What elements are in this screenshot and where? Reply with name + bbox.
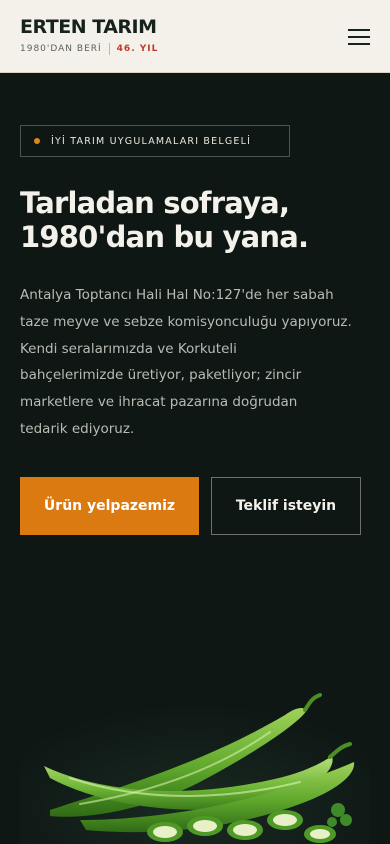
hero-description-line: Antalya Toptancı Hali Hal No:127'de her … bbox=[20, 287, 334, 303]
hero-title: Tarladan sofraya, 1980'dan bu yana. bbox=[20, 186, 370, 254]
menu-line bbox=[348, 29, 370, 31]
hero-description-line: taze meyve ve sebze komisyonculuğu yapıy… bbox=[20, 313, 352, 330]
hamburger-menu-icon[interactable] bbox=[340, 24, 378, 50]
products-button[interactable]: Ürün yelpazemiz bbox=[20, 477, 199, 535]
brand-years: 46. YIL bbox=[116, 44, 159, 54]
green-peppers-illustration bbox=[20, 670, 370, 844]
hero-description-line: marketlere ve ihracat pazarına doğrudan bbox=[20, 394, 298, 411]
menu-line bbox=[348, 36, 370, 38]
hero-description: Antalya Toptancı Hali Hal No:127'de her … bbox=[20, 282, 380, 443]
brand-logo[interactable]: ERTEN TARIM bbox=[20, 16, 157, 38]
hero-description-line: Kendi seralarımızda ve Korkuteli bbox=[20, 340, 237, 357]
hero-title-line: Tarladan sofraya, bbox=[20, 186, 290, 220]
site-header: ERTEN TARIM 1980'DAN BERİ 46. YIL bbox=[0, 0, 390, 73]
request-quote-button[interactable]: Teklif isteyin bbox=[211, 477, 361, 535]
certification-badge: İYİ TARIM UYGULAMALARI BELGELİ bbox=[20, 125, 290, 157]
hero-title-line: 1980'dan bu yana. bbox=[20, 220, 309, 254]
menu-line bbox=[348, 43, 370, 45]
brand-divider bbox=[108, 43, 110, 55]
badge-dot-icon bbox=[34, 138, 40, 144]
brand-tagline: 1980'DAN BERİ 46. YIL bbox=[20, 43, 158, 55]
hero-description-line: bahçelerimizde üretiyor, paketliyor; zin… bbox=[20, 367, 302, 384]
brand-since: 1980'DAN BERİ bbox=[20, 44, 102, 54]
badge-text: İYİ TARIM UYGULAMALARI BELGELİ bbox=[51, 135, 252, 147]
green-peppers-image bbox=[20, 670, 370, 844]
hero-description-line: tedarik ediyoruz. bbox=[20, 420, 135, 437]
